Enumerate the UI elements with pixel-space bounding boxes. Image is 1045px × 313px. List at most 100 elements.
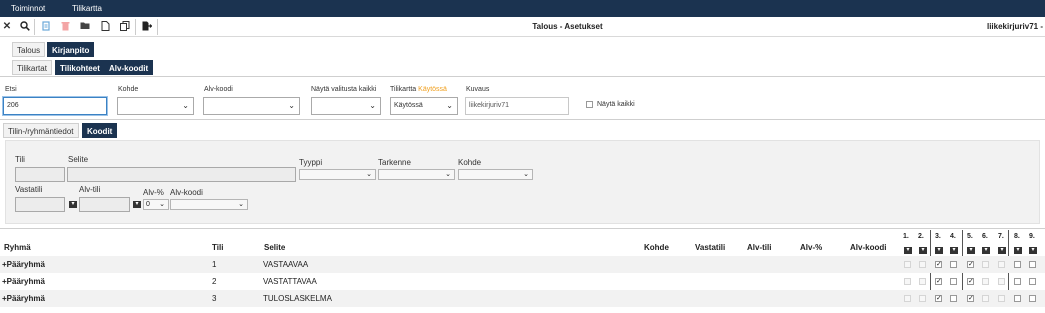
row-checkbox[interactable]: ✓: [935, 261, 942, 268]
alvtili-label: Alv-tili: [79, 185, 101, 194]
row-checkbox[interactable]: [1014, 261, 1021, 268]
row-checkbox[interactable]: [1029, 278, 1036, 285]
user-label: liikekirjuriv71 -: [986, 22, 1043, 31]
table-row[interactable]: +Pääryhmä 3 TULOSLASKELMA ✓ ✓: [0, 290, 1045, 307]
row-checkbox[interactable]: [1014, 278, 1021, 285]
col-9-filter-icon[interactable]: ▾: [1029, 247, 1037, 254]
tili-input[interactable]: [15, 167, 65, 182]
col-num-9[interactable]: 9.: [1029, 233, 1035, 240]
row-checkbox: [904, 295, 911, 302]
selite-input[interactable]: [67, 167, 296, 182]
alvkoodi-select[interactable]: ⌄: [203, 97, 300, 115]
alvpct-select[interactable]: 0 ⌄: [143, 199, 169, 210]
row-checkbox[interactable]: ✓: [935, 295, 942, 302]
col-alvtili[interactable]: Alv-tili: [747, 243, 771, 252]
vastatili-label: Vastatili: [15, 185, 43, 194]
col-tili[interactable]: Tili: [212, 243, 223, 252]
col-3-filter-icon[interactable]: ▾: [935, 247, 943, 254]
col-4-filter-icon[interactable]: ▾: [950, 247, 958, 254]
col-1-filter-icon[interactable]: ▾: [904, 247, 912, 254]
panel-divider: [0, 228, 1045, 229]
row-checkbox[interactable]: [950, 295, 957, 302]
row-checkbox[interactable]: [1014, 295, 1021, 302]
col-2-filter-icon[interactable]: ▾: [919, 247, 927, 254]
col-6-filter-icon[interactable]: ▾: [982, 247, 990, 254]
row-checkbox[interactable]: [1029, 261, 1036, 268]
alvtili-input[interactable]: [79, 197, 130, 212]
row-checkbox: [998, 295, 1005, 302]
col-num-2[interactable]: 2.: [918, 233, 924, 240]
col-5-filter-icon[interactable]: ▾: [967, 247, 975, 254]
chevron-down-icon: ⌄: [238, 201, 244, 208]
nayta-kaikki-checkbox[interactable]: [586, 101, 593, 108]
alvkoodi-detail-label: Alv-koodi: [170, 188, 203, 197]
row-ryhma[interactable]: +Pääryhmä: [2, 260, 45, 269]
kohde-select[interactable]: ⌄: [117, 97, 194, 115]
alvkoodi-detail-select[interactable]: ⌄: [170, 199, 248, 210]
table-row[interactable]: +Pääryhmä 2 VASTATTAVAA ✓ ✓: [0, 273, 1045, 290]
col-num-3[interactable]: 3.: [935, 233, 941, 240]
col-alvkoodi[interactable]: Alv-koodi: [850, 243, 886, 252]
row-checkbox[interactable]: ✓: [935, 278, 942, 285]
row-tili: 3: [212, 294, 217, 303]
row-checkbox[interactable]: ✓: [967, 261, 974, 268]
col-num-7[interactable]: 7.: [998, 233, 1004, 240]
tarkenne-label: Tarkenne: [378, 158, 411, 167]
col-8-filter-icon[interactable]: ▾: [1014, 247, 1022, 254]
window-title: Talous - Asetukset: [532, 22, 603, 31]
tilikartta-status: Käytössä: [418, 86, 447, 93]
kohde-detail-select[interactable]: ⌄: [458, 169, 533, 180]
tab-kirjanpito[interactable]: Kirjanpito: [47, 42, 95, 57]
tab-alv-koodit[interactable]: Alv-koodit: [104, 60, 154, 75]
tyyppi-select[interactable]: ⌄: [299, 169, 376, 180]
col-num-6[interactable]: 6.: [982, 233, 988, 240]
search-input[interactable]: 206: [3, 97, 107, 115]
tilikartta-select[interactable]: Käytössä ⌄: [390, 97, 458, 115]
row-checkbox: [982, 278, 989, 285]
kuvaus-input[interactable]: liikekirjuriv71: [465, 97, 569, 115]
col-7-filter-icon[interactable]: ▾: [998, 247, 1006, 254]
col-num-5[interactable]: 5.: [967, 233, 973, 240]
col-selite[interactable]: Selite: [264, 243, 285, 252]
nayta-valitusta-select[interactable]: ⌄: [311, 97, 381, 115]
menu-toiminnot[interactable]: Toiminnot: [11, 4, 45, 13]
row-checkbox[interactable]: [950, 278, 957, 285]
vastatili-picker-icon[interactable]: ▾: [69, 201, 77, 208]
row-checkbox[interactable]: ✓: [967, 295, 974, 302]
tarkenne-select[interactable]: ⌄: [378, 169, 455, 180]
row-checkbox[interactable]: [1029, 295, 1036, 302]
etsi-label: Etsi: [5, 86, 17, 93]
selite-label: Selite: [68, 155, 89, 164]
col-alvpct[interactable]: Alv-%: [800, 243, 822, 252]
row-checkbox[interactable]: ✓: [967, 278, 974, 285]
detail-panel: [5, 140, 1040, 224]
tili-label: Tili: [15, 155, 25, 164]
tab-tilikartat[interactable]: Tilikartat: [12, 60, 52, 75]
col-num-1[interactable]: 1.: [903, 233, 909, 240]
row-ryhma[interactable]: +Pääryhmä: [2, 277, 45, 286]
menu-tilikartta[interactable]: Tilikartta: [72, 4, 102, 13]
toolbar: ✕ Talous - Asetukset liikekirjuriv71 -: [0, 17, 1045, 37]
row-checkbox[interactable]: [950, 261, 957, 268]
tab-tilikohteet[interactable]: Tilikohteet: [55, 60, 105, 75]
table-row[interactable]: +Pääryhmä 1 VASTAAVAA ✓ ✓: [0, 256, 1045, 273]
tabs-divider: [0, 76, 1045, 77]
row-checkbox: [982, 261, 989, 268]
col-num-4[interactable]: 4.: [950, 233, 956, 240]
kohde-detail-label: Kohde: [458, 158, 482, 167]
top-menu-bar: Toiminnot Tilikartta: [0, 0, 1045, 17]
col-kohde[interactable]: Kohde: [644, 243, 669, 252]
row-selite: VASTATTAVAA: [263, 277, 317, 286]
vastatili-input[interactable]: [15, 197, 65, 212]
col-vastatili[interactable]: Vastatili: [695, 243, 725, 252]
col-ryhma[interactable]: Ryhmä: [4, 243, 31, 252]
kohde-label: Kohde: [118, 86, 139, 93]
tab-tilin-ryhmantiedot[interactable]: Tilin-/ryhmäntiedot: [3, 123, 79, 138]
row-selite: TULOSLASKELMA: [263, 294, 332, 303]
alvtili-picker-icon[interactable]: ▾: [133, 201, 141, 208]
tab-koodit[interactable]: Koodit: [82, 123, 118, 138]
row-ryhma[interactable]: +Pääryhmä: [2, 294, 45, 303]
alvpct-value: 0: [146, 201, 150, 208]
tab-talous[interactable]: Talous: [12, 42, 46, 57]
col-num-8[interactable]: 8.: [1014, 233, 1020, 240]
